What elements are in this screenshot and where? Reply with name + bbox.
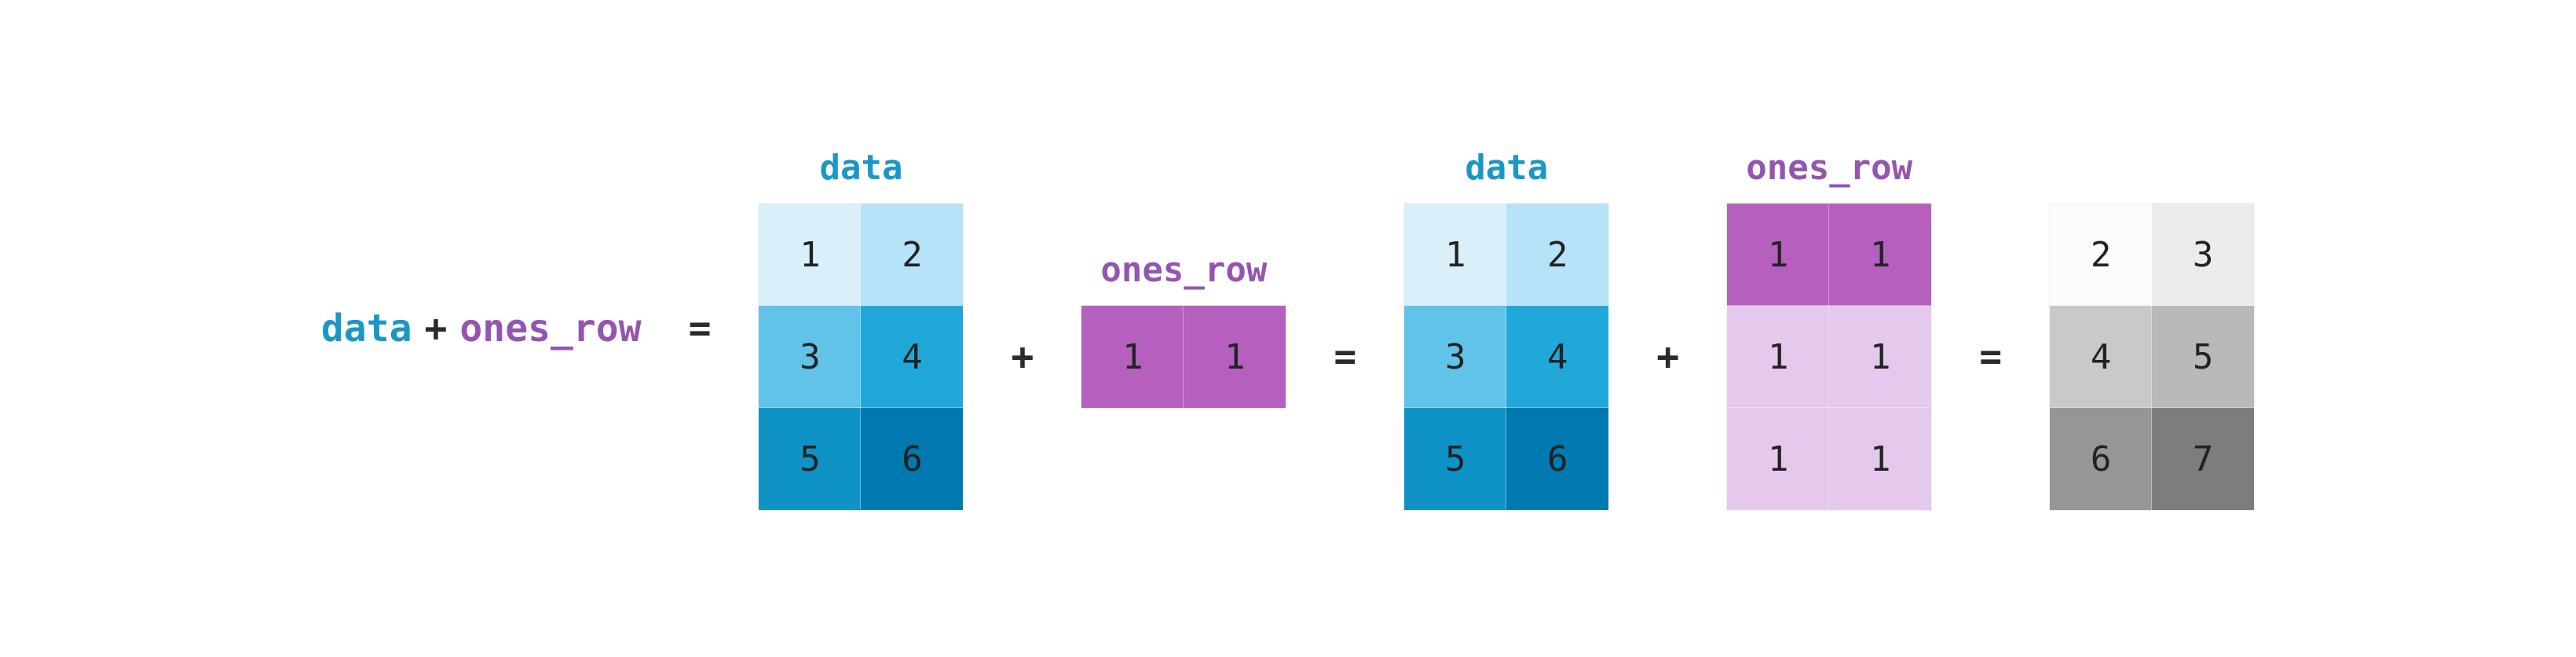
matrix-cell: 2 — [2050, 204, 2152, 306]
data-matrix-block-2: data 123456 — [1403, 146, 1609, 511]
result-block: 234567 — [2049, 146, 2255, 511]
matrix-cell: 1 — [1727, 204, 1829, 306]
matrix-cell: 2 — [861, 204, 963, 306]
equals-2: = — [1334, 335, 1356, 379]
matrix-cell: 1 — [1727, 306, 1829, 408]
matrix-cell: 6 — [861, 408, 963, 510]
matrix-cell: 3 — [1404, 306, 1506, 408]
matrix-cell: 1 — [1184, 306, 1286, 408]
matrix-cell: 2 — [1506, 204, 1608, 306]
diagram-stage: data + ones_row = data 123456 + ones_row… — [0, 0, 2576, 657]
expr-data-label: data — [321, 306, 412, 351]
matrix-cell: 3 — [2152, 204, 2254, 306]
matrix-cell: 5 — [1404, 408, 1506, 510]
equals-1: = — [689, 306, 712, 351]
plus-1-wrap: + — [1011, 278, 1034, 379]
expr-ones-label: ones_row — [459, 306, 641, 351]
matrix-cell: 5 — [759, 408, 861, 510]
matrix-cell: 1 — [1404, 204, 1506, 306]
ones-row-vector: 11 — [1081, 305, 1286, 409]
expression-lhs: data + ones_row — [321, 306, 642, 351]
matrix-cell: 1 — [1829, 306, 1931, 408]
ones-broadcast-matrix: 111111 — [1726, 203, 1932, 511]
equals-3: = — [1979, 335, 2002, 379]
ones-title-1: ones_row — [1100, 248, 1267, 291]
result-matrix: 234567 — [2049, 203, 2255, 511]
matrix-cell: 4 — [1506, 306, 1608, 408]
expr-plus: + — [424, 306, 447, 351]
data-matrix-block-1: data 123456 — [758, 146, 964, 511]
equals-2-wrap: = — [1334, 278, 1356, 379]
data-title-1: data — [820, 146, 903, 189]
matrix-cell: 1 — [1829, 204, 1931, 306]
data-matrix-2: 123456 — [1403, 203, 1609, 511]
matrix-cell: 4 — [2050, 306, 2152, 408]
ones-row-block: ones_row 11 — [1081, 248, 1286, 409]
plus-2-wrap: + — [1656, 278, 1679, 379]
plus-2: + — [1656, 335, 1679, 379]
ones-broadcast-block: ones_row 111111 — [1726, 146, 1932, 511]
equals-3-wrap: = — [1979, 278, 2002, 379]
plus-1: + — [1011, 335, 1034, 379]
matrix-cell: 1 — [1081, 306, 1184, 408]
matrix-cell: 4 — [861, 306, 963, 408]
data-matrix-1: 123456 — [758, 203, 964, 511]
matrix-cell: 1 — [1829, 408, 1931, 510]
matrix-cell: 7 — [2152, 408, 2254, 510]
matrix-cell: 6 — [1506, 408, 1608, 510]
ones-title-2: ones_row — [1746, 146, 1912, 189]
matrix-cell: 5 — [2152, 306, 2254, 408]
matrix-cell: 1 — [1727, 408, 1829, 510]
data-title-2: data — [1465, 146, 1548, 189]
matrix-cell: 6 — [2050, 408, 2152, 510]
matrix-cell: 3 — [759, 306, 861, 408]
matrix-cell: 1 — [759, 204, 861, 306]
